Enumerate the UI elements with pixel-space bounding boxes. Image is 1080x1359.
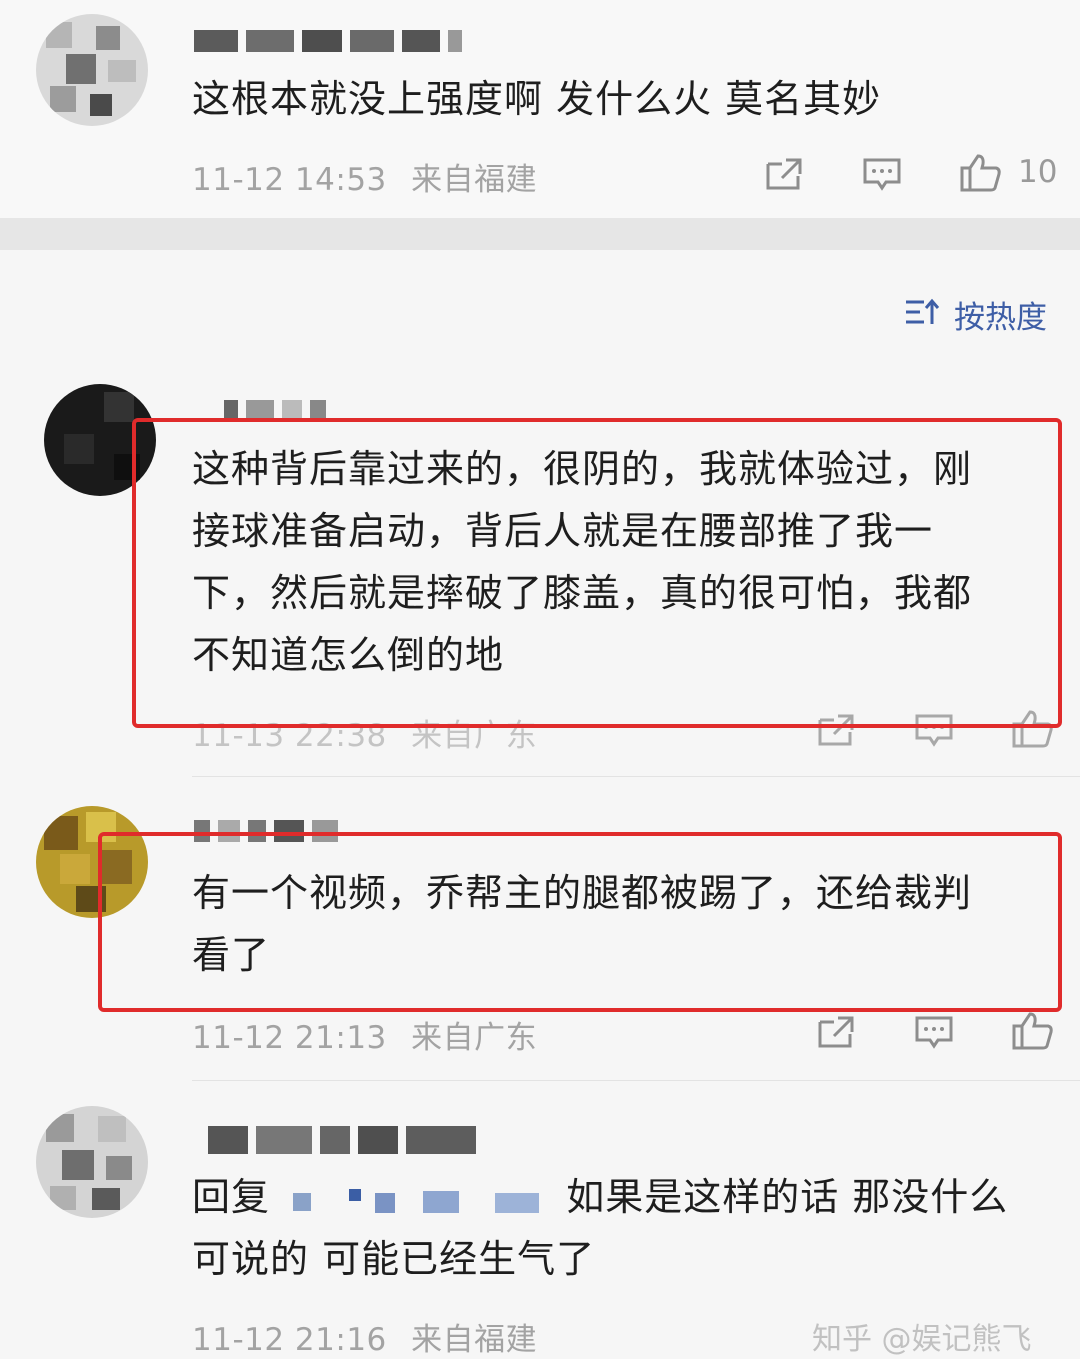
comment-location: 来自广东 xyxy=(411,1020,538,1056)
comment-text: 回复 如果是这样的话 那没什么 可说的 可能已经生气了 xyxy=(192,1175,1009,1281)
avatar[interactable] xyxy=(36,14,148,126)
like-icon[interactable] xyxy=(958,152,1002,192)
comment-meta: 11-12 21:13 来自广东 xyxy=(192,1012,537,1057)
comment-item: 回复 如果是这样的话 那没什么 可说的 可能已经生气了 11-12 21:16 … xyxy=(0,1090,1080,1358)
comment-location: 来自福建 xyxy=(411,1322,538,1358)
comment-time: 11-12 21:16 xyxy=(192,1322,387,1358)
highlight-box xyxy=(98,832,1062,1012)
reply-prefix: 回复 xyxy=(192,1175,271,1219)
sort-hot-icon xyxy=(906,298,940,324)
share-icon[interactable] xyxy=(764,156,804,192)
divider xyxy=(192,776,1080,777)
comment-meta: 11-12 14:53 来自福建 xyxy=(192,154,537,199)
section-separator xyxy=(0,218,1080,250)
comment-icon[interactable] xyxy=(862,156,902,192)
watermark: 知乎 @娱记熊飞 xyxy=(812,1322,1032,1357)
comment-location: 来自福建 xyxy=(411,162,538,198)
like-icon[interactable] xyxy=(1010,1010,1054,1050)
comment-time: 11-12 14:53 xyxy=(192,162,387,198)
username-blurred[interactable] xyxy=(194,30,470,52)
sort-label: 按热度 xyxy=(954,300,1047,336)
comment-icon[interactable] xyxy=(914,1014,954,1050)
share-icon[interactable] xyxy=(816,1014,856,1050)
username-blurred[interactable] xyxy=(208,1126,484,1154)
like-count: 10 xyxy=(1018,154,1058,190)
comment-time: 11-12 21:13 xyxy=(192,1020,387,1056)
mention-blurred[interactable] xyxy=(289,1185,545,1215)
avatar[interactable] xyxy=(36,1106,148,1218)
comment-text: 这根本就没上强度啊 发什么火 莫名其妙 xyxy=(192,77,882,121)
comment-meta: 11-12 21:16 来自福建 xyxy=(192,1314,537,1359)
comment-item: 这根本就没上强度啊 发什么火 莫名其妙 11-12 14:53 来自福建 10 xyxy=(0,0,1080,218)
divider xyxy=(192,1080,1080,1081)
highlight-box xyxy=(132,418,1062,728)
